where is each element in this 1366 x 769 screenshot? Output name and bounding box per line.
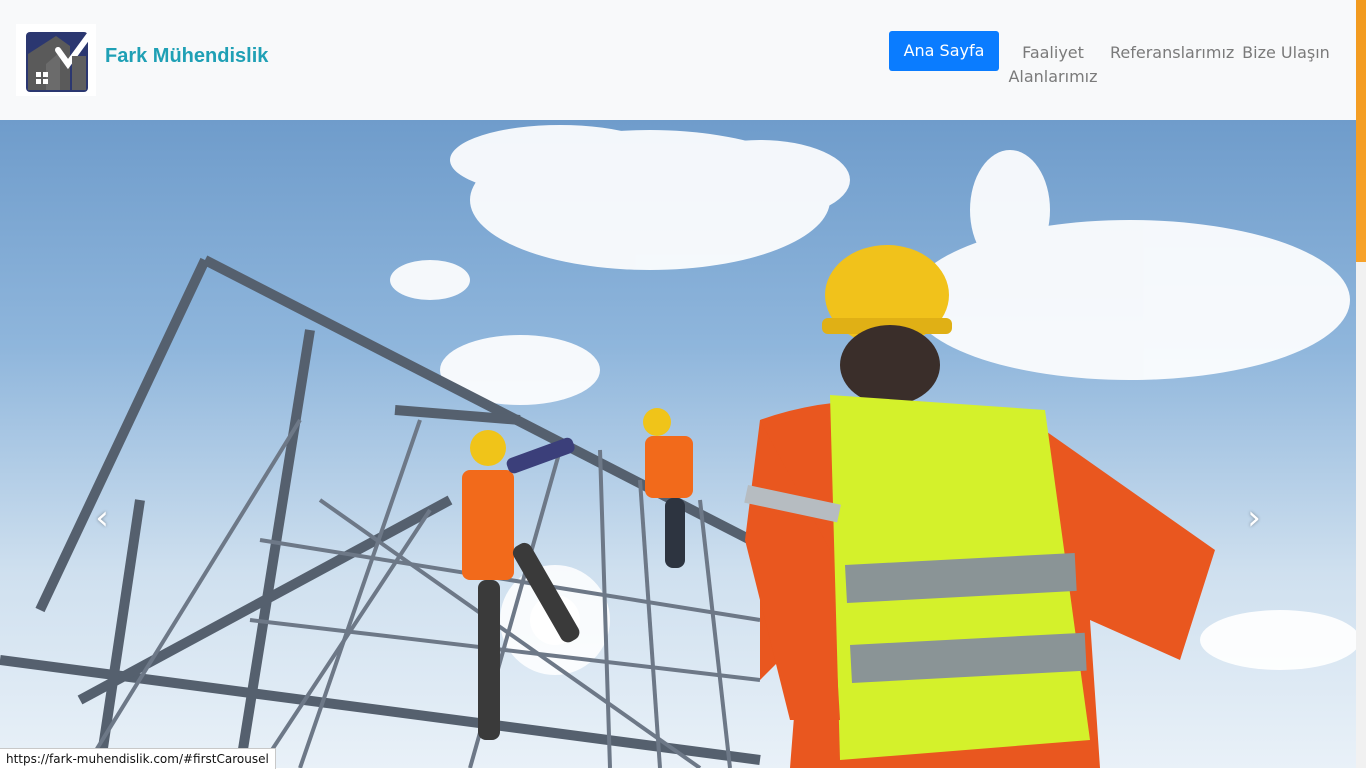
house-logo-icon bbox=[26, 31, 93, 92]
nav-item-referanslar[interactable]: Referanslarımız bbox=[1110, 41, 1234, 65]
brand-name[interactable]: Fark Mühendislik bbox=[105, 45, 268, 68]
chevron-left-icon: ‹ bbox=[95, 498, 109, 538]
worker-climbing-2 bbox=[643, 408, 693, 568]
hero-carousel: ‹ › bbox=[0, 120, 1356, 768]
navbar: Fark Mühendislik Ana Sayfa Faaliyet Alan… bbox=[0, 0, 1356, 120]
nav-item-faaliyet-line2: Alanlarımız bbox=[1008, 67, 1098, 86]
nav-item-faaliyet[interactable]: Faaliyet Alanlarımız bbox=[1008, 41, 1098, 89]
nav-item-bize-ulasin[interactable]: Bize Ulaşın bbox=[1240, 41, 1332, 65]
scrollbar-thumb[interactable] bbox=[1356, 0, 1366, 262]
carousel-prev-control[interactable]: ‹ bbox=[82, 492, 122, 544]
status-bar-url: https://fark-muhendislik.com/#firstCarou… bbox=[0, 748, 276, 769]
nav-item-faaliyet-line1: Faaliyet bbox=[1022, 43, 1084, 62]
nav-home-button[interactable]: Ana Sayfa bbox=[889, 31, 999, 71]
carousel-next-control[interactable]: › bbox=[1234, 492, 1274, 544]
chevron-right-icon: › bbox=[1247, 498, 1261, 538]
brand-logo[interactable] bbox=[16, 24, 96, 96]
construction-workers-photo bbox=[0, 125, 1356, 768]
